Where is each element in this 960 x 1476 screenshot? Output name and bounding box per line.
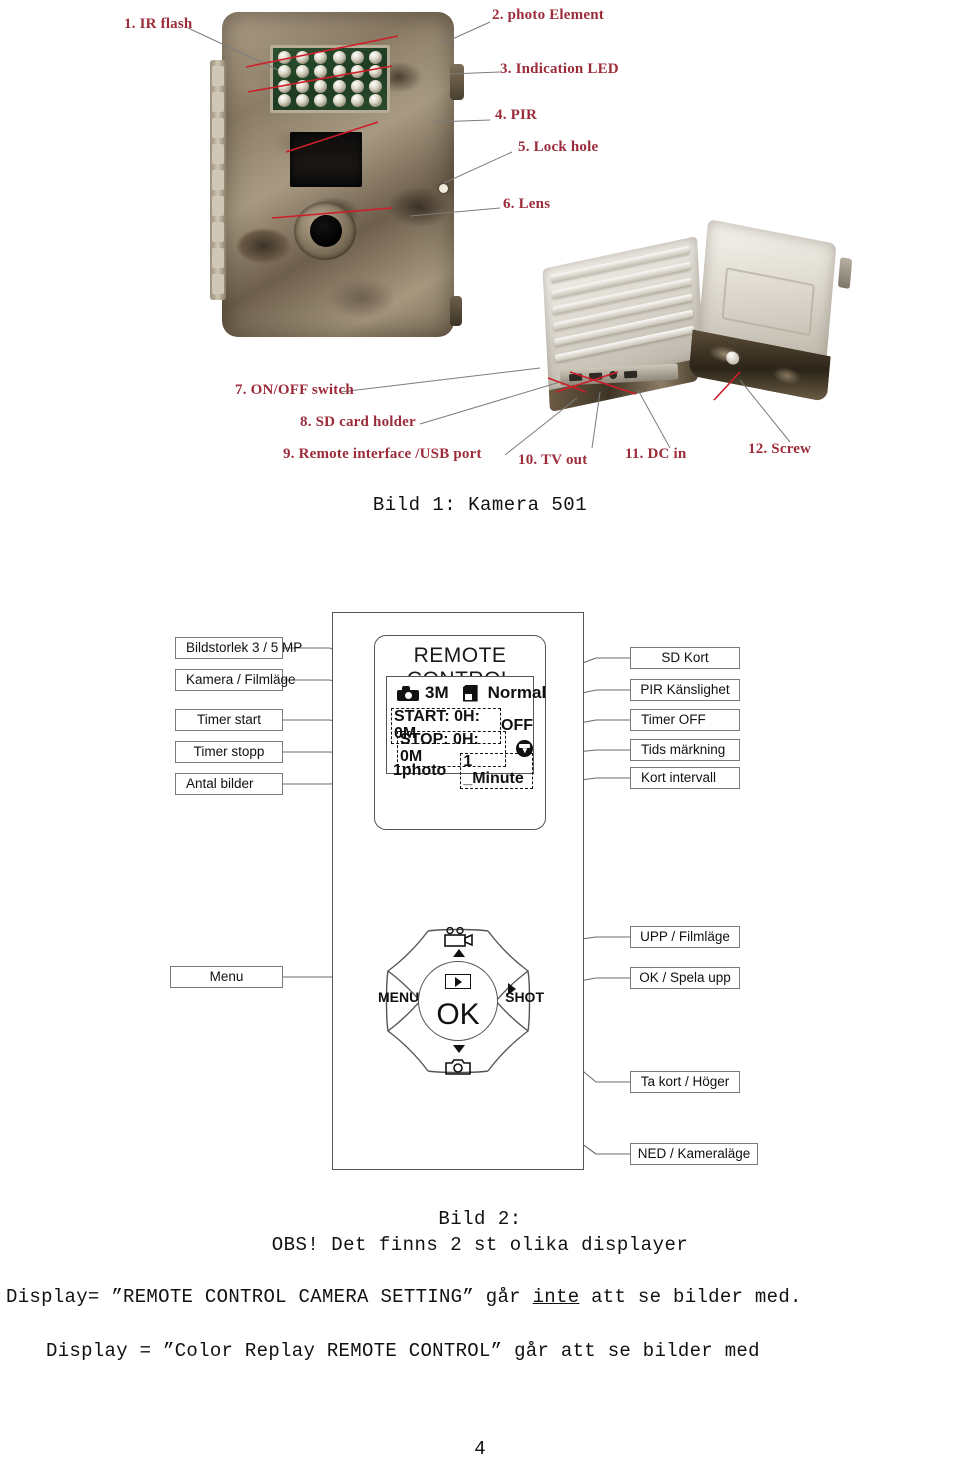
callout-ta-kort-hoger: Ta kort / Höger <box>630 1071 740 1093</box>
dpad-menu-label[interactable]: MENU <box>378 989 419 1005</box>
lcd-photo-count: 1photo <box>393 761 447 779</box>
camera-label-lens: 6. Lens <box>503 196 551 212</box>
callout-bildstorlek: Bildstorlek 3 / 5 MP <box>175 637 302 659</box>
dpad-right-arrow[interactable] <box>508 983 516 995</box>
callout-timer-stopp: Timer stopp <box>175 741 283 763</box>
remote-dpad[interactable]: MENU SHOT OK <box>378 925 544 1077</box>
camera-lens <box>294 202 356 260</box>
figure1-caption: Bild 1: Kamera 501 <box>372 494 588 516</box>
body-line-2: Display = ”Color Replay REMOTE CONTROL” … <box>46 1340 760 1362</box>
callout-ok-spela-upp: OK / Spela upp <box>630 967 740 989</box>
body-line-1: Display= ”REMOTE CONTROL CAMERA SETTING”… <box>6 1286 802 1308</box>
body-line-1-part-b: att se bilder med. <box>579 1286 802 1308</box>
camera-label-remote-usb: 9. Remote interface /USB port <box>283 446 482 462</box>
callout-kamera-filmlage: Kamera / Filmläge <box>175 669 296 691</box>
ir-flash-panel <box>270 45 390 113</box>
video-mode-icon <box>444 927 473 947</box>
callout-kort-intervall: Kort intervall <box>630 767 740 789</box>
sd-card-icon <box>462 684 478 702</box>
usb-port <box>588 372 603 380</box>
camera-label-screw: 12. Screw <box>748 441 812 457</box>
callout-timer-start: Timer start <box>175 709 283 731</box>
callout-timer-off: Timer OFF <box>630 709 740 731</box>
camera-side-latch-bottom <box>450 296 462 326</box>
photo-mode-icon <box>445 1059 471 1075</box>
dpad-down-arrow[interactable] <box>453 1045 465 1053</box>
lcd-sd-status: Normal <box>487 683 547 702</box>
camera-label-pir: 4. PIR <box>495 107 538 123</box>
camera-label-ir-flash: 1. IR flash <box>124 16 193 32</box>
camera-label-tv-out: 10. TV out <box>518 452 588 468</box>
camera-label-indication-led: 3. Indication LED <box>500 61 619 77</box>
lcd-resolution: 3M <box>425 683 449 702</box>
callout-pir-kanslighet: PIR Känslighet <box>630 679 740 701</box>
camera-front-photo <box>210 12 464 337</box>
lcd-row-mode: 3M Normal <box>397 683 546 703</box>
lcd-interval: 1 _Minute <box>460 753 533 789</box>
callout-upp-filmlage: UPP / Filmläge <box>630 926 740 948</box>
camera-side-latch-top <box>450 64 464 100</box>
remote-lcd: 3M Normal START: 0H: 0M OFF STOP: 0H: 0M… <box>386 676 546 789</box>
callout-ned-kameralage: NED / Kameraläge <box>630 1143 758 1165</box>
camera-label-onoff-switch: 7. ON/OFF switch <box>235 382 354 398</box>
callout-antal-bilder: Antal bilder <box>175 773 283 795</box>
lcd-row-interval: 1photo 1 _Minute <box>393 753 533 789</box>
callout-menu: Menu <box>170 966 283 988</box>
camera-label-lock-hole: 5. Lock hole <box>518 139 599 155</box>
figure2-caption-line2: OBS! Det finns 2 st olika displayer <box>271 1234 689 1256</box>
dpad-up-arrow[interactable] <box>453 949 465 957</box>
body-line-1-part-a: Display= ”REMOTE CONTROL CAMERA SETTING”… <box>6 1286 533 1308</box>
camera-label-photo-element: 2. photo Element <box>492 7 604 23</box>
dpad-ok-button[interactable]: OK <box>418 961 498 1041</box>
sd-card-slot <box>568 373 583 381</box>
pir-sensor-window <box>290 132 362 187</box>
camera-mode-icon <box>397 685 419 701</box>
remote-control-figure: REMOTE CONTROL 3M Normal START: 0H: 0M O… <box>0 600 960 1190</box>
camera-lid-photo <box>688 219 853 413</box>
dc-in-port <box>623 370 638 378</box>
tv-out-port <box>608 370 618 380</box>
body-line-1-underlined: inte <box>532 1286 580 1308</box>
camera-lid-tab <box>837 256 853 290</box>
play-icon <box>445 974 471 989</box>
lock-hole-nub <box>439 184 448 193</box>
camera-label-dc-in: 11. DC in <box>625 446 687 462</box>
page-number: 4 <box>474 1438 486 1460</box>
callout-sd-kort: SD Kort <box>630 647 740 669</box>
dpad-ok-label: OK <box>436 998 480 1031</box>
camera-label-sd-card-holder: 8. SD card holder <box>300 414 416 430</box>
figure2-caption-line1: Bild 2: <box>438 1208 522 1230</box>
callout-tids-markning: Tids märkning <box>630 739 740 761</box>
camera-hinge-strip <box>210 60 226 300</box>
camera-figure: 1. IR flash 2. photo Element 3. Indicati… <box>0 0 960 480</box>
